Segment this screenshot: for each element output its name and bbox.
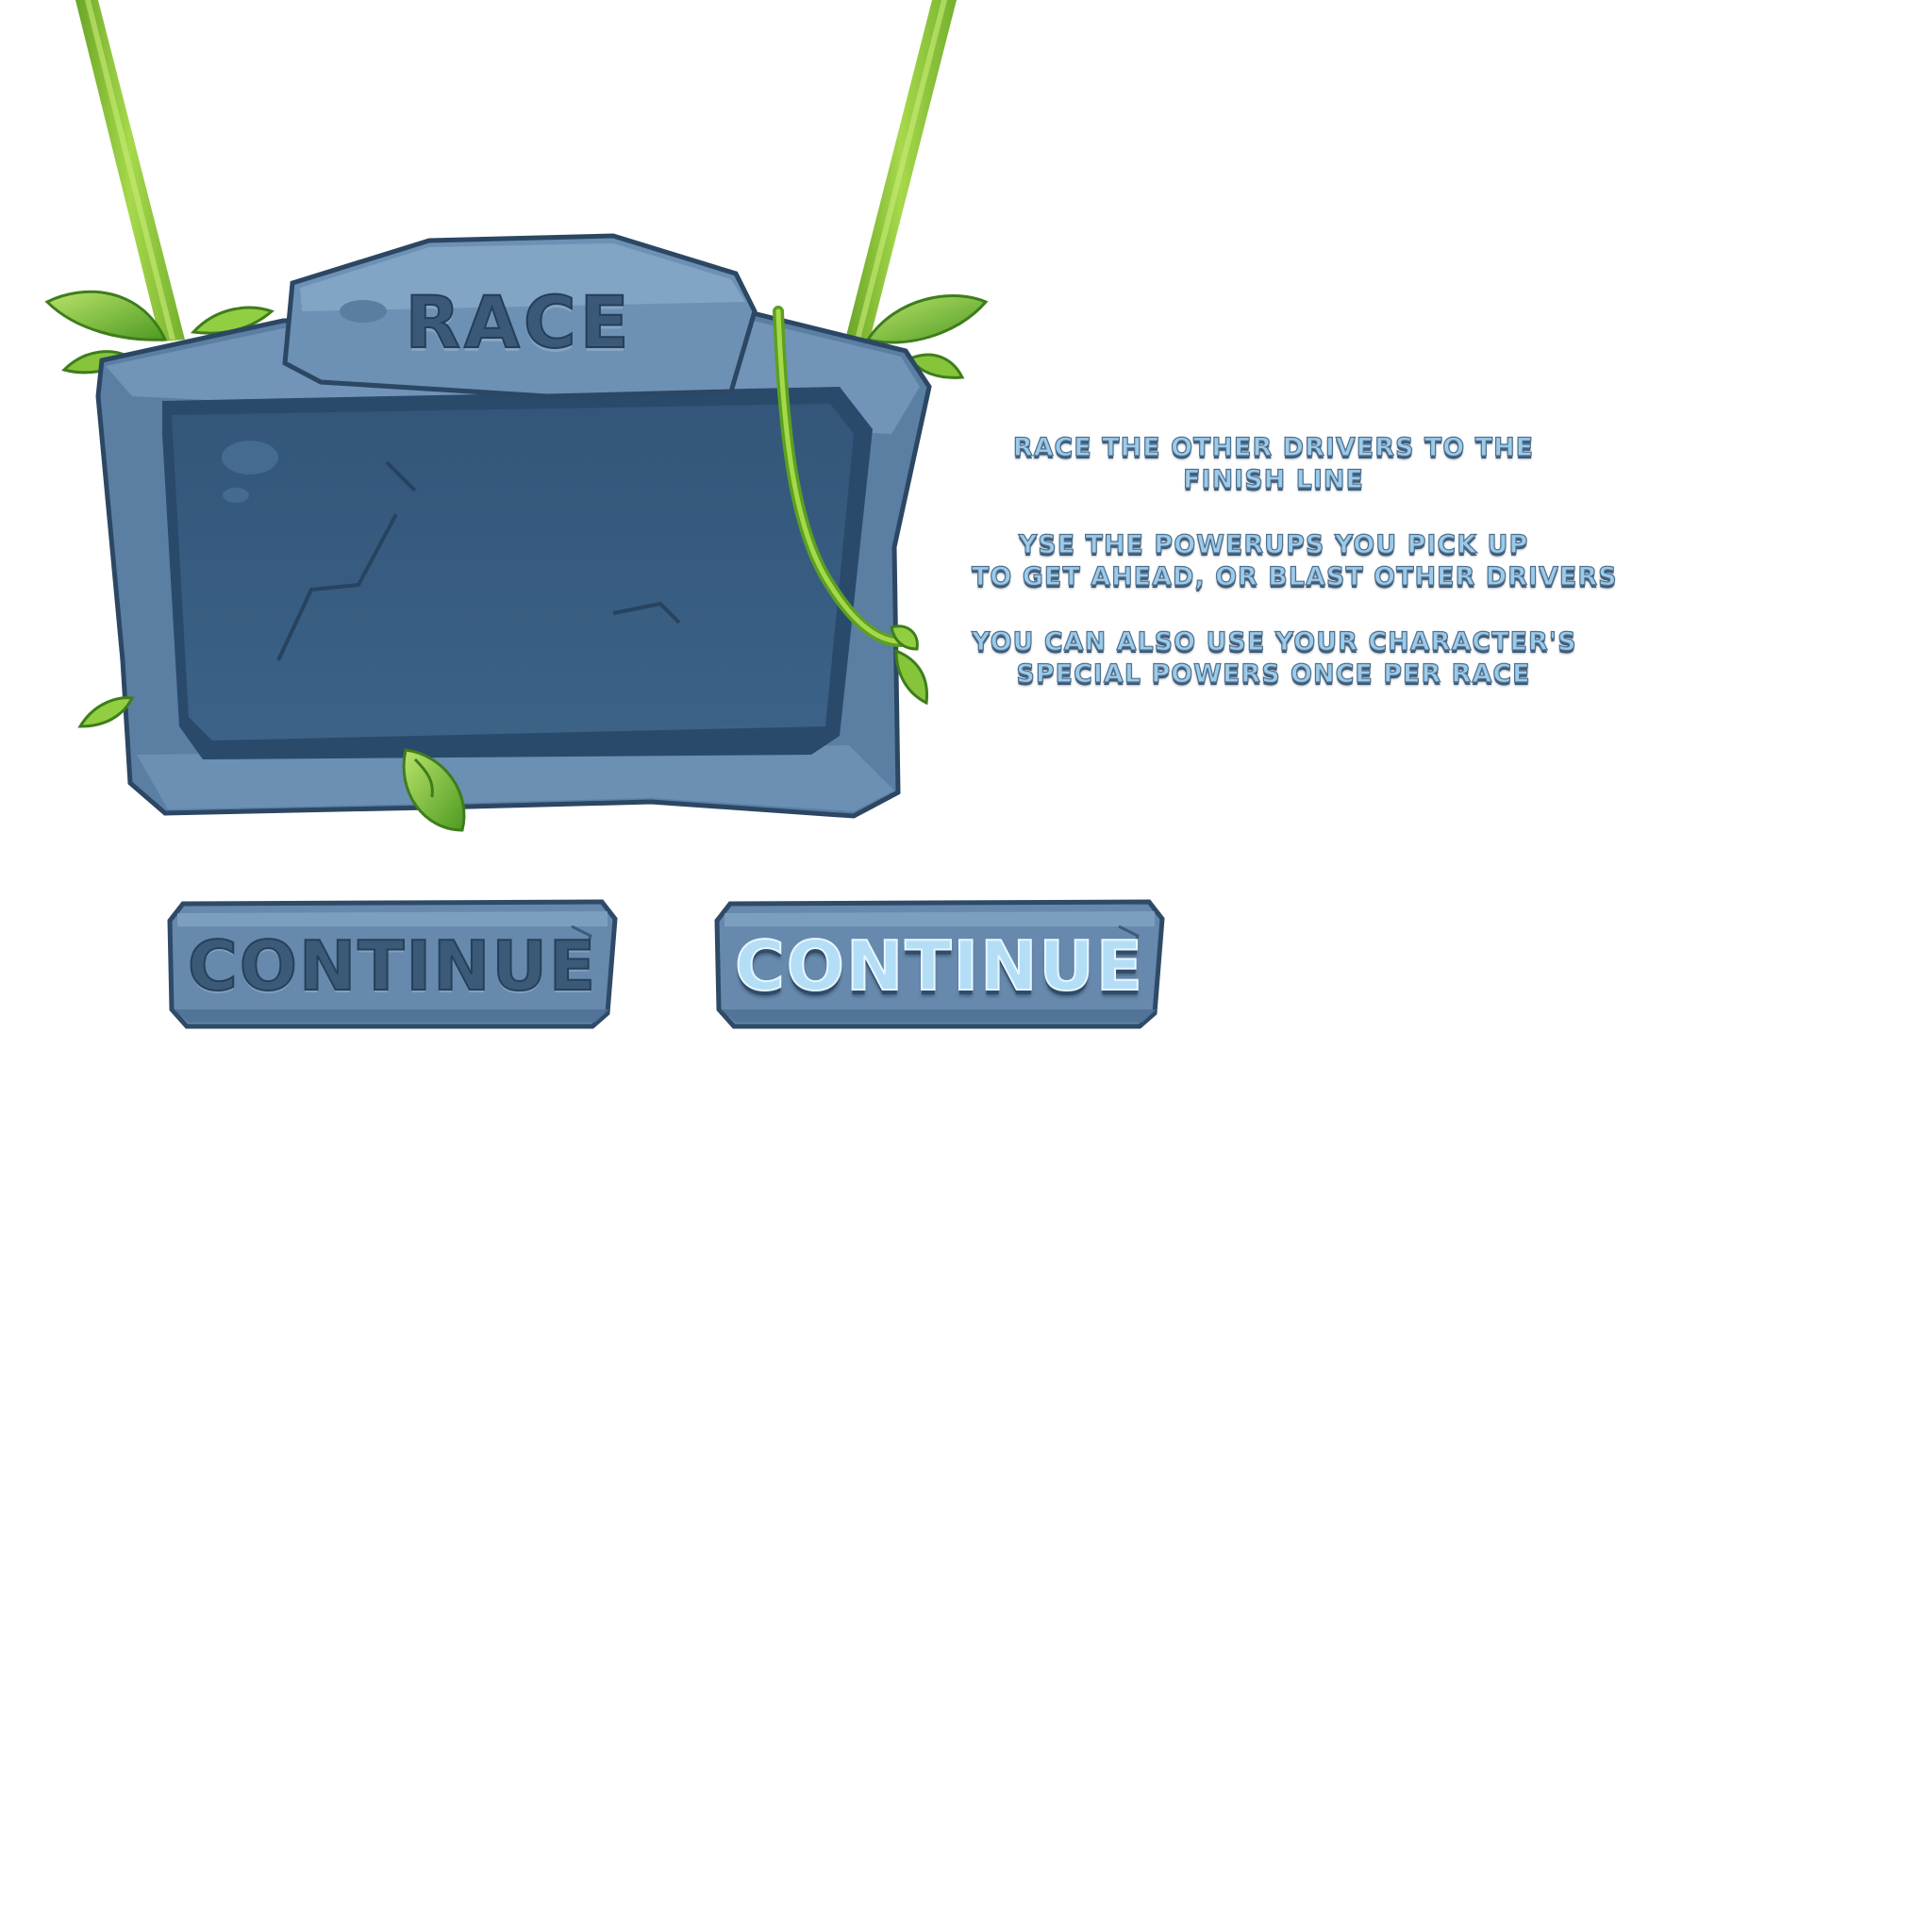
instruction-line: SPECIAL POWERS ONCE PER RACE [1016, 658, 1531, 689]
continue-button-normal[interactable]: CONTINUE [166, 898, 619, 1030]
left-hanging-vine [75, 0, 185, 341]
continue-button-normal-label: CONTINUE [187, 925, 598, 1007]
continue-button-hover-label: CONTINUE [734, 925, 1145, 1007]
instruction-line: YOU CAN ALSO USE YOUR CHARACTER'S [971, 626, 1577, 657]
instruction-line: TO GET AHEAD, OR BLAST OTHER DRIVERS [971, 561, 1618, 591]
instruction-paragraph: YOU CAN ALSO USE YOUR CHARACTER'S SPECIA… [971, 626, 1577, 691]
instruction-line: YSE THE POWERUPS YOU PICK UP [1018, 529, 1529, 559]
instruction-paragraph: RACE THE OTHER DRIVERS TO THE FINISH LIN… [972, 432, 1575, 496]
instructions-text: RACE THE OTHER DRIVERS TO THE FINISH LIN… [971, 432, 1618, 724]
instruction-line: FINISH LINE [1182, 464, 1364, 494]
instruction-paragraph: YSE THE POWERUPS YOU PICK UP TO GET AHEA… [971, 529, 1618, 593]
instruction-line: RACE THE OTHER DRIVERS TO THE [1012, 432, 1535, 462]
continue-button-hover[interactable]: CONTINUE [713, 898, 1166, 1030]
right-hanging-vine [845, 0, 957, 340]
sign-title: RACE [404, 279, 633, 365]
